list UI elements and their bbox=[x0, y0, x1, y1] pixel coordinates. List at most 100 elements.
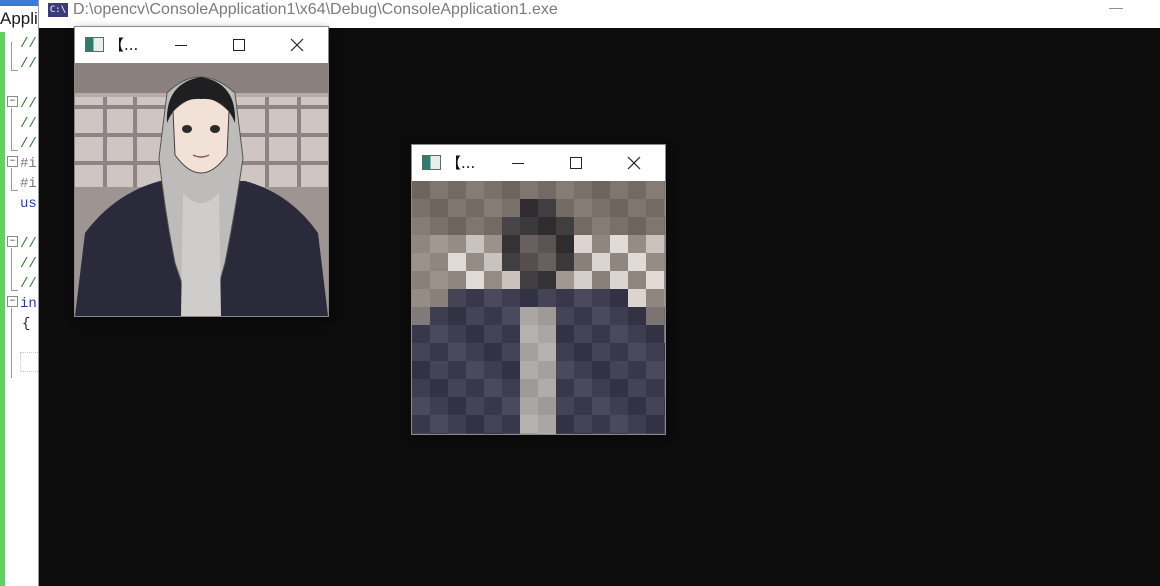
mosaic-block bbox=[484, 253, 502, 271]
mosaic-block bbox=[628, 325, 646, 343]
mosaic-block bbox=[664, 271, 665, 289]
mosaic-block bbox=[574, 199, 592, 217]
ide-code-line: // bbox=[20, 36, 37, 52]
image-window-title: 【... bbox=[109, 36, 139, 54]
mosaic-block bbox=[646, 289, 664, 307]
mosaic-block bbox=[646, 181, 664, 199]
ide-code-line: // bbox=[20, 136, 37, 152]
mosaic-block bbox=[538, 199, 556, 217]
mosaic-block bbox=[574, 253, 592, 271]
mosaic-block bbox=[466, 253, 484, 271]
mosaic-block bbox=[484, 379, 502, 397]
mosaic-block bbox=[448, 199, 466, 217]
mosaic-block bbox=[592, 361, 610, 379]
mosaic-block bbox=[664, 325, 665, 343]
mosaic-block bbox=[592, 289, 610, 307]
maximize-button[interactable] bbox=[553, 145, 599, 181]
console-minimize-button[interactable]: — bbox=[1108, 0, 1124, 18]
mosaic-block bbox=[538, 271, 556, 289]
console-titlebar[interactable]: C:\ D:\opencv\ConsoleApplication1\x64\De… bbox=[39, 0, 1160, 28]
mosaic-block bbox=[412, 379, 430, 397]
image-window-titlebar[interactable]: 【... bbox=[412, 145, 665, 181]
image-window-titlebar[interactable]: 【... bbox=[75, 27, 328, 63]
mosaic-block bbox=[412, 199, 430, 217]
mosaic-block bbox=[574, 379, 592, 397]
mosaic-block bbox=[484, 199, 502, 217]
console-title: D:\opencv\ConsoleApplication1\x64\Debug\… bbox=[73, 1, 558, 18]
image-canvas-mosaic bbox=[412, 181, 665, 434]
mosaic-block bbox=[556, 217, 574, 235]
mosaic-block bbox=[664, 415, 665, 433]
ide-code-line: us bbox=[20, 196, 37, 212]
mosaic-block bbox=[556, 397, 574, 415]
mosaic-block bbox=[538, 379, 556, 397]
mosaic-block bbox=[520, 325, 538, 343]
mosaic-block bbox=[610, 289, 628, 307]
ide-fold-guide bbox=[11, 168, 18, 191]
mosaic-block bbox=[412, 307, 430, 325]
ide-fold-toggle[interactable]: − bbox=[7, 296, 18, 307]
mosaic-block bbox=[574, 307, 592, 325]
mosaic-block bbox=[538, 253, 556, 271]
close-icon bbox=[627, 156, 641, 170]
minimize-button[interactable] bbox=[158, 27, 204, 63]
mosaic-block bbox=[574, 361, 592, 379]
mosaic-block bbox=[484, 433, 502, 434]
mosaic-block bbox=[430, 253, 448, 271]
mosaic-block bbox=[448, 343, 466, 361]
mosaic-block bbox=[556, 433, 574, 434]
mosaic-block bbox=[466, 307, 484, 325]
mosaic-block bbox=[592, 253, 610, 271]
ide-fold-toggle[interactable]: − bbox=[7, 96, 18, 107]
mosaic-block bbox=[502, 343, 520, 361]
mosaic-block bbox=[484, 307, 502, 325]
mosaic-block bbox=[574, 289, 592, 307]
ide-fold-toggle[interactable]: − bbox=[7, 156, 18, 167]
mosaic-block bbox=[520, 379, 538, 397]
mosaic-block bbox=[664, 253, 665, 271]
mosaic-block bbox=[538, 325, 556, 343]
image-window-original[interactable]: 【... bbox=[75, 27, 328, 316]
image-window-title: 【... bbox=[446, 154, 476, 172]
mosaic-block bbox=[592, 379, 610, 397]
mosaic-block bbox=[412, 361, 430, 379]
ide-code-line: // bbox=[20, 56, 37, 72]
maximize-button[interactable] bbox=[216, 27, 262, 63]
mosaic-block bbox=[610, 271, 628, 289]
minimize-button[interactable] bbox=[495, 145, 541, 181]
close-icon bbox=[290, 38, 304, 52]
mosaic-block bbox=[646, 361, 664, 379]
mosaic-block bbox=[430, 181, 448, 199]
mosaic-block bbox=[628, 307, 646, 325]
close-button[interactable] bbox=[274, 27, 320, 63]
mosaic-block bbox=[466, 325, 484, 343]
image-window-mosaic[interactable]: 【... bbox=[412, 145, 665, 434]
mosaic-block bbox=[502, 181, 520, 199]
ide-code-line: in bbox=[20, 296, 37, 312]
mosaic-block bbox=[556, 253, 574, 271]
mosaic-block bbox=[646, 415, 664, 433]
console-app-icon: C:\ bbox=[48, 3, 68, 17]
mosaic-block bbox=[664, 307, 665, 325]
mosaic-block bbox=[664, 289, 665, 307]
mosaic-block bbox=[430, 415, 448, 433]
mosaic-block bbox=[430, 325, 448, 343]
mosaic-block bbox=[520, 397, 538, 415]
ide-window-title: Applic bbox=[0, 8, 40, 30]
close-button[interactable] bbox=[611, 145, 657, 181]
mosaic-block bbox=[430, 397, 448, 415]
ide-fold-toggle[interactable]: − bbox=[7, 236, 18, 247]
mosaic-block bbox=[538, 433, 556, 434]
mosaic-block bbox=[520, 433, 538, 434]
mosaic-block bbox=[502, 199, 520, 217]
mosaic-block bbox=[484, 343, 502, 361]
mosaic-block bbox=[502, 253, 520, 271]
mosaic-block bbox=[610, 397, 628, 415]
mosaic-block bbox=[448, 415, 466, 433]
mosaic-block bbox=[412, 253, 430, 271]
mosaic-block bbox=[430, 379, 448, 397]
mosaic-block bbox=[646, 253, 664, 271]
mosaic-block bbox=[412, 415, 430, 433]
mosaic-block bbox=[628, 343, 646, 361]
mosaic-block bbox=[412, 397, 430, 415]
